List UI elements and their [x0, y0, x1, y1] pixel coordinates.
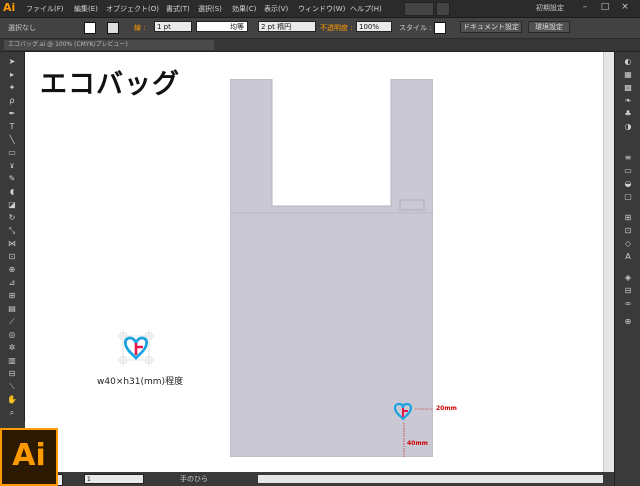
menu-effect[interactable]: 効果(C): [232, 3, 256, 15]
gradient-icon[interactable]: ▤: [5, 303, 19, 315]
artboard-title: エコバッグ: [40, 69, 180, 100]
artboards-icon[interactable]: ⊟: [621, 285, 635, 296]
preferences-button[interactable]: 環境設定: [528, 21, 570, 33]
menu-edit[interactable]: 編集(E): [74, 3, 98, 15]
menu-help[interactable]: ヘルプ(H): [350, 3, 382, 15]
graphic-style-swatch[interactable]: [434, 22, 446, 34]
opacity-field[interactable]: 100%: [356, 21, 392, 32]
control-bar: 選択なし 線 : 1 pt 均等 2 pt 楕円 不透明度 : 100% スタイ…: [0, 18, 640, 39]
type-icon[interactable]: T: [5, 121, 19, 133]
layers-icon[interactable]: ◈: [621, 272, 635, 283]
maximize-icon[interactable]: □: [596, 1, 614, 14]
menu-bar: Ai ファイル(F) 編集(E) オブジェクト(O) 書式(T) 選択(S) 効…: [0, 0, 640, 18]
magic-wand-icon[interactable]: ✦: [5, 82, 19, 94]
status-tool-name[interactable]: 手のひら: [180, 474, 208, 484]
close-icon[interactable]: ×: [616, 1, 634, 14]
menu-type[interactable]: 書式(T): [166, 3, 190, 15]
swatches-icon[interactable]: ▩: [621, 82, 635, 93]
document-tab-bar: エコバッグ.ai @ 100% (CMYK/プレビュー): [0, 39, 640, 52]
transform-icon[interactable]: ⊡: [621, 225, 635, 236]
slice-icon[interactable]: ⟍: [5, 381, 19, 393]
symbols-icon[interactable]: ♣: [621, 108, 635, 119]
direct-selection-icon[interactable]: ▸: [5, 69, 19, 81]
graphic-styles-icon[interactable]: ◑: [621, 121, 635, 132]
paintbrush-icon[interactable]: ɤ: [5, 160, 19, 172]
pen-icon[interactable]: ✒: [5, 108, 19, 120]
blend-icon[interactable]: ◎: [5, 329, 19, 341]
stroke-label[interactable]: 線 :: [134, 22, 146, 34]
shape-builder-icon[interactable]: ⊕: [5, 264, 19, 276]
pencil-icon[interactable]: ✎: [5, 173, 19, 185]
menu-select[interactable]: 選択(S): [198, 3, 222, 15]
blob-brush-icon[interactable]: ◖: [5, 186, 19, 198]
artboard-navigation-field[interactable]: 1: [84, 474, 144, 484]
stroke-swatch[interactable]: [107, 22, 119, 34]
menu-window[interactable]: ウィンドウ(W): [298, 3, 345, 15]
eyedropper-icon[interactable]: ⟋: [5, 316, 19, 328]
selection-icon[interactable]: ➤: [5, 56, 19, 68]
eco-bag-shape[interactable]: [230, 79, 433, 457]
appearance-icon[interactable]: ▢: [621, 191, 635, 202]
workspace-switcher[interactable]: 初期設定: [536, 3, 564, 13]
opacity-label[interactable]: 不透明度 :: [320, 22, 353, 34]
arrange-documents-button[interactable]: [436, 2, 450, 16]
vertical-scrollbar[interactable]: [603, 52, 614, 472]
rotate-icon[interactable]: ↻: [5, 212, 19, 224]
align-icon[interactable]: ⊞: [621, 212, 635, 223]
column-graph-icon[interactable]: ▥: [5, 355, 19, 367]
logo-size-note: w40×h31(mm)程度: [97, 377, 184, 387]
horizontal-scrollbar[interactable]: [258, 475, 603, 483]
stroke-icon[interactable]: ≡: [621, 152, 635, 163]
mesh-icon[interactable]: ⊞: [5, 290, 19, 302]
color-guide-icon[interactable]: ▦: [621, 69, 635, 80]
gradient-panel-icon[interactable]: ▭: [621, 165, 635, 176]
dimension-right-label: 20mm: [436, 405, 457, 412]
app-logo: Ai: [3, 1, 16, 14]
zoom-icon[interactable]: ⌕: [5, 407, 19, 419]
dimension-bottom-label: 40mm: [407, 440, 428, 447]
symbol-sprayer-icon[interactable]: ✲: [5, 342, 19, 354]
logo-artwork[interactable]: [117, 330, 155, 366]
document-tab[interactable]: エコバッグ.ai @ 100% (CMYK/プレビュー): [4, 40, 214, 50]
artboard-icon[interactable]: ⊟: [5, 368, 19, 380]
brushes-icon[interactable]: ❧: [621, 95, 635, 106]
character-icon[interactable]: ◇: [621, 238, 635, 249]
tools-panel: ➤ ▸ ✦ ρ ✒ T ╲ ▭ ɤ ✎ ◖ ◪ ↻ ⤡ ⋈ ⊡ ⊕ ⊿ ⊞ ▤ …: [0, 52, 25, 422]
bridge-button[interactable]: [404, 2, 434, 16]
line-icon[interactable]: ╲: [5, 134, 19, 146]
brush-definition-select[interactable]: 2 pt 楕円: [258, 21, 316, 32]
stroke-weight-field[interactable]: 1 pt: [154, 21, 192, 32]
scale-icon[interactable]: ⤡: [5, 225, 19, 237]
fill-swatch[interactable]: [84, 22, 96, 34]
panel-dock: ◐ ▦ ▩ ❧ ♣ ◑ ≡ ▭ ◒ ▢ ⊞ ⊡ ◇ A ◈ ⊟ ∞ ⊕: [614, 52, 640, 486]
pathfinder-icon[interactable]: ⊕: [621, 316, 635, 327]
menu-view[interactable]: 表示(V): [264, 3, 288, 15]
transparency-icon[interactable]: ◒: [621, 178, 635, 189]
menu-object[interactable]: オブジェクト(O): [106, 3, 159, 15]
stroke-profile-select[interactable]: 均等: [196, 21, 248, 32]
illustrator-logo: Ai: [0, 428, 58, 486]
links-icon[interactable]: ∞: [621, 298, 635, 309]
style-label: スタイル :: [399, 24, 432, 32]
selection-status: 選択なし: [8, 24, 36, 32]
free-transform-icon[interactable]: ⊡: [5, 251, 19, 263]
lasso-icon[interactable]: ρ: [5, 95, 19, 107]
perspective-icon[interactable]: ⊿: [5, 277, 19, 289]
document-setup-button[interactable]: ドキュメント設定: [460, 21, 522, 33]
eraser-icon[interactable]: ◪: [5, 199, 19, 211]
hand-icon[interactable]: ✋: [5, 394, 19, 406]
width-icon[interactable]: ⋈: [5, 238, 19, 250]
paragraph-icon[interactable]: A: [621, 251, 635, 262]
minimize-icon[interactable]: –: [576, 1, 594, 14]
rectangle-icon[interactable]: ▭: [5, 147, 19, 159]
menu-file[interactable]: ファイル(F): [26, 3, 64, 15]
color-icon[interactable]: ◐: [621, 56, 635, 67]
